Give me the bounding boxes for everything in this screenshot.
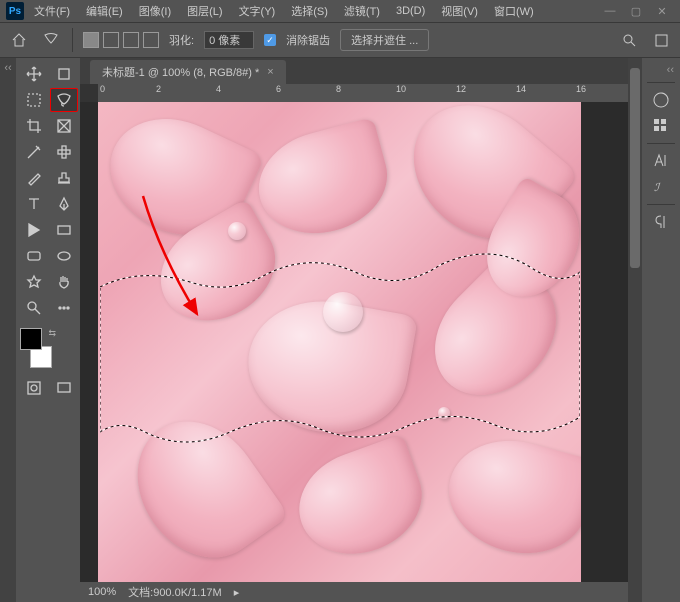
crop-tool[interactable] bbox=[20, 114, 48, 138]
tab-close-icon[interactable]: × bbox=[267, 66, 273, 78]
status-chevron-icon[interactable]: ▸ bbox=[234, 586, 240, 599]
left-panel-collapse[interactable]: ‹‹ bbox=[0, 58, 16, 602]
healing-tool[interactable] bbox=[50, 140, 78, 164]
toolbar: ⇆ bbox=[16, 58, 80, 602]
right-panel: ‹‹ ℐ bbox=[642, 58, 680, 602]
foreground-color[interactable] bbox=[20, 328, 42, 350]
menu-3d[interactable]: 3D(D) bbox=[390, 3, 431, 19]
canvas[interactable] bbox=[98, 102, 581, 582]
artboard-tool[interactable] bbox=[50, 62, 78, 86]
rectangle-tool[interactable] bbox=[50, 218, 78, 242]
feather-label: 羽化: bbox=[169, 32, 194, 48]
svg-text:ℐ: ℐ bbox=[654, 182, 661, 194]
document-tab[interactable]: 未标题-1 @ 100% (8, RGB/8#) * × bbox=[90, 60, 286, 84]
foreground-background-swatch[interactable]: ⇆ bbox=[20, 328, 60, 368]
menu-layer[interactable]: 图层(L) bbox=[181, 1, 228, 21]
zoom-tool[interactable] bbox=[20, 296, 48, 320]
right-panel-collapse[interactable]: ‹‹ bbox=[667, 64, 674, 76]
menu-type[interactable]: 文字(Y) bbox=[233, 1, 282, 21]
anti-alias-checkbox[interactable]: ✓ bbox=[264, 34, 276, 46]
menu-file[interactable]: 文件(F) bbox=[28, 1, 76, 21]
paragraph-panel-icon[interactable] bbox=[647, 211, 675, 233]
zoom-level[interactable]: 100% bbox=[88, 586, 116, 598]
rounded-rect-tool[interactable] bbox=[20, 244, 48, 268]
tab-title: 未标题-1 @ 100% (8, RGB/8#) * bbox=[102, 64, 259, 80]
selection-subtract-icon[interactable] bbox=[123, 32, 139, 48]
pen-tool[interactable] bbox=[50, 192, 78, 216]
screenmode-tool[interactable] bbox=[50, 376, 78, 400]
selection-intersect-icon[interactable] bbox=[143, 32, 159, 48]
menu-view[interactable]: 视图(V) bbox=[435, 1, 484, 21]
selection-new-icon[interactable] bbox=[83, 32, 99, 48]
menu-window[interactable]: 窗口(W) bbox=[488, 1, 540, 21]
lasso-tool[interactable] bbox=[50, 88, 78, 112]
character-panel-icon[interactable] bbox=[647, 150, 675, 172]
status-bar: 100% 文档:900.0K/1.17M ▸ bbox=[80, 582, 628, 602]
search-icon[interactable] bbox=[618, 29, 640, 51]
path-tool[interactable] bbox=[20, 218, 48, 242]
swap-colors-icon[interactable]: ⇆ bbox=[48, 328, 56, 339]
move-tool[interactable] bbox=[20, 62, 48, 86]
marquee-tool[interactable] bbox=[20, 88, 48, 112]
tool-preset-icon[interactable] bbox=[40, 29, 62, 51]
menu-image[interactable]: 图像(I) bbox=[133, 1, 177, 21]
menu-bar: Ps 文件(F) 编辑(E) 图像(I) 图层(L) 文字(Y) 选择(S) 滤… bbox=[0, 0, 680, 22]
stamp-tool[interactable] bbox=[50, 166, 78, 190]
edit-toolbar-icon[interactable] bbox=[50, 296, 78, 320]
brush-tool[interactable] bbox=[20, 166, 48, 190]
glyphs-panel-icon[interactable]: ℐ bbox=[647, 176, 675, 198]
hand-tool[interactable] bbox=[50, 270, 78, 294]
window-close-icon[interactable]: ✕ bbox=[650, 3, 674, 19]
menu-edit[interactable]: 编辑(E) bbox=[80, 1, 129, 21]
window-minimize-icon[interactable]: — bbox=[598, 3, 622, 19]
ellipse-tool[interactable] bbox=[50, 244, 78, 268]
anti-alias-label: 消除锯齿 bbox=[286, 32, 330, 48]
app-logo: Ps bbox=[6, 2, 24, 20]
share-icon[interactable] bbox=[650, 29, 672, 51]
selection-add-icon[interactable] bbox=[103, 32, 119, 48]
frame-tool[interactable] bbox=[50, 114, 78, 138]
selection-mode-cluster bbox=[83, 32, 159, 48]
menu-select[interactable]: 选择(S) bbox=[285, 1, 334, 21]
color-panel-icon[interactable] bbox=[647, 89, 675, 111]
document-tabs: 未标题-1 @ 100% (8, RGB/8#) * × bbox=[80, 58, 628, 84]
home-icon[interactable] bbox=[8, 29, 30, 51]
doc-size: 文档:900.0K/1.17M bbox=[128, 584, 222, 600]
swatches-panel-icon[interactable] bbox=[647, 115, 675, 137]
feather-input[interactable] bbox=[204, 31, 254, 49]
document-area: 未标题-1 @ 100% (8, RGB/8#) * × 0 2 4 6 8 1… bbox=[80, 58, 628, 602]
ruler-horizontal: 0 2 4 6 8 10 12 14 16 bbox=[98, 84, 628, 102]
vertical-scrollbar[interactable] bbox=[628, 58, 642, 602]
select-and-mask-button[interactable]: 选择并遮住 ... bbox=[340, 29, 429, 51]
menu-filter[interactable]: 滤镜(T) bbox=[338, 1, 386, 21]
options-bar: 羽化: ✓ 消除锯齿 选择并遮住 ... bbox=[0, 22, 680, 58]
quickmask-tool[interactable] bbox=[20, 376, 48, 400]
window-maximize-icon[interactable]: ▢ bbox=[624, 3, 648, 19]
type-tool[interactable] bbox=[20, 192, 48, 216]
custom-shape-tool[interactable] bbox=[20, 270, 48, 294]
image-content bbox=[98, 102, 581, 582]
eyedropper-tool[interactable] bbox=[20, 140, 48, 164]
